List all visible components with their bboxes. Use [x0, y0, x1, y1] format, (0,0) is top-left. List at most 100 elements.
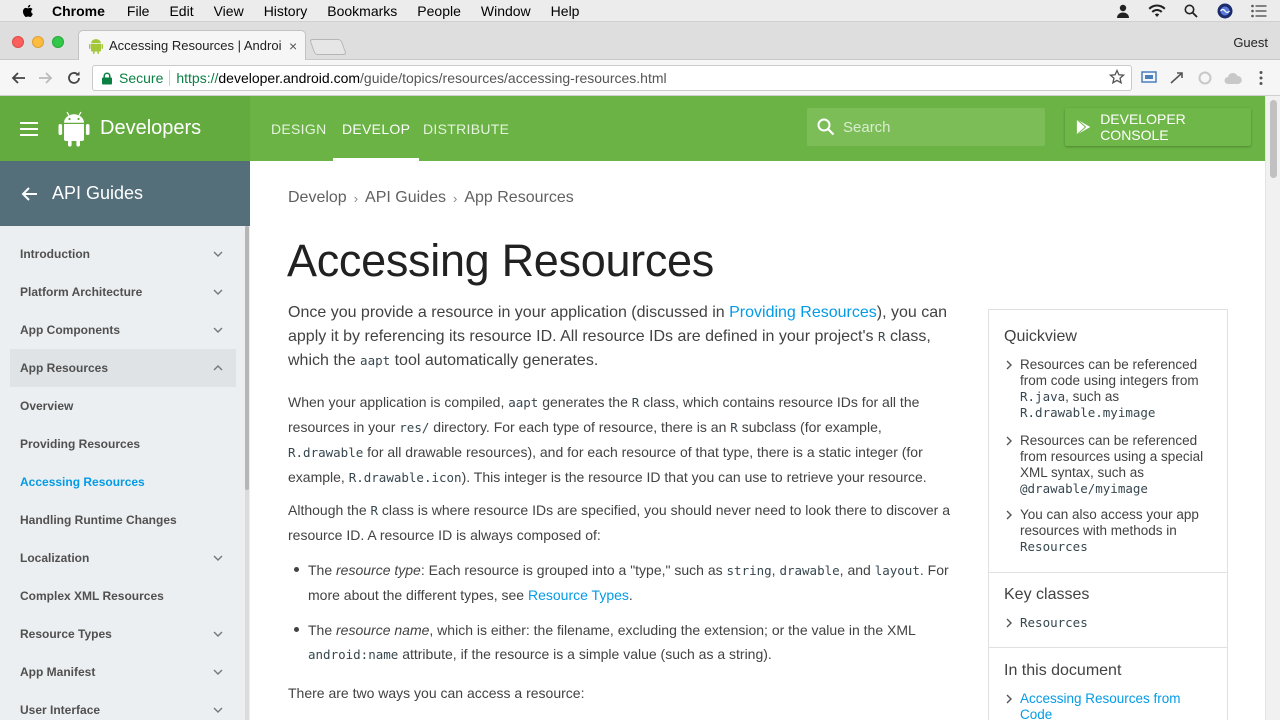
chevron-down-icon — [213, 327, 223, 333]
hamburger-menu-icon[interactable] — [20, 121, 38, 136]
sidebar-item-user-interface[interactable]: User Interface — [10, 691, 236, 720]
wifi-icon[interactable] — [1146, 0, 1168, 22]
menu-bookmarks[interactable]: Bookmarks — [327, 3, 397, 19]
chevron-right-icon: › — [353, 190, 359, 206]
sidebar-item-introduction[interactable]: Introduction — [10, 235, 236, 273]
menu-file[interactable]: File — [127, 3, 150, 19]
sidebar-item-label: User Interface — [20, 703, 101, 717]
profile-label[interactable]: Guest — [1233, 35, 1268, 50]
site-search-box[interactable]: Search — [807, 108, 1045, 146]
nav-design[interactable]: DESIGN — [271, 96, 326, 161]
menu-window[interactable]: Window — [481, 3, 531, 19]
macos-menu-bar: Chrome File Edit View History Bookmarks … — [0, 0, 1280, 22]
chevron-right-icon — [1006, 436, 1012, 446]
menu-edit[interactable]: Edit — [169, 3, 193, 19]
sidebar-item-providing-resources[interactable]: Providing Resources — [10, 425, 236, 463]
window-minimize-button[interactable] — [32, 36, 44, 48]
developer-console-button[interactable]: DEVELOPER CONSOLE — [1065, 108, 1251, 146]
window-zoom-button[interactable] — [52, 36, 64, 48]
chevron-right-icon — [1006, 510, 1012, 520]
tab-title: Accessing Resources | Androi — [109, 38, 282, 53]
sidebar-header[interactable]: API Guides — [0, 161, 250, 226]
quickview-item: You can also access your app resources w… — [1004, 507, 1216, 555]
sidebar-item-complex-xml-resources[interactable]: Complex XML Resources — [10, 577, 236, 615]
list-item: The resource name, which is either: the … — [288, 618, 960, 667]
sidebar-item-app-components[interactable]: App Components — [10, 311, 236, 349]
brand-name[interactable]: Developers — [100, 117, 201, 140]
cast-icon[interactable] — [1140, 69, 1158, 87]
extension-arrow-icon[interactable] — [1168, 69, 1186, 87]
chevron-down-icon — [213, 707, 223, 713]
sidebar-item-label: Providing Resources — [20, 437, 141, 451]
menu-view[interactable]: View — [214, 3, 244, 19]
new-tab-button[interactable] — [309, 39, 347, 55]
nav-distribute[interactable]: DISTRIBUTE — [423, 96, 509, 161]
sidebar-item-label: Resource Types — [20, 627, 112, 641]
omnibox-separator — [169, 70, 171, 86]
sidebar-item-app-manifest[interactable]: App Manifest — [10, 653, 236, 691]
sidebar-item-label: Localization — [20, 551, 90, 565]
sidebar-title: API Guides — [52, 183, 144, 203]
user-icon[interactable] — [1112, 0, 1134, 22]
chrome-menu-icon[interactable] — [1252, 69, 1270, 87]
bookmark-star-icon[interactable] — [1108, 68, 1126, 88]
sidebar-item-accessing-resources[interactable]: Accessing Resources — [10, 463, 236, 501]
providing-resources-link[interactable]: Providing Resources — [729, 304, 877, 321]
lock-icon — [102, 72, 112, 84]
sidebar-item-handling-runtime-changes[interactable]: Handling Runtime Changes — [10, 501, 236, 539]
android-robot-logo-icon[interactable] — [58, 111, 90, 147]
sidebar-item-platform-architecture[interactable]: Platform Architecture — [10, 273, 236, 311]
page-scrollbar[interactable] — [1265, 96, 1280, 720]
extension-sync-icon[interactable] — [1196, 69, 1214, 87]
chevron-down-icon — [213, 669, 223, 675]
in-doc-link-accessing-from-code[interactable]: Accessing Resources from Code — [1020, 691, 1216, 720]
back-arrow-icon[interactable] — [20, 186, 38, 202]
brand-block: Developers — [0, 96, 250, 161]
browser-tab-bar: Accessing Resources | Androi × Guest — [0, 22, 1280, 60]
sidebar-item-label: Accessing Resources — [20, 475, 145, 489]
reload-icon[interactable] — [64, 68, 84, 88]
back-arrow-icon[interactable] — [8, 68, 28, 88]
page-scrollbar-thumb[interactable] — [1270, 100, 1277, 178]
apple-logo-icon[interactable] — [20, 3, 36, 19]
chevron-down-icon — [213, 631, 223, 637]
chevron-down-icon — [213, 289, 223, 295]
window-close-button[interactable] — [12, 36, 24, 48]
sidebar-scrollbar[interactable] — [245, 226, 249, 720]
notification-center-icon[interactable] — [1248, 0, 1270, 22]
quickview-panel: Quickview Resources can be referenced fr… — [988, 309, 1228, 720]
sidebar-scrollbar-thumb[interactable] — [245, 226, 249, 490]
sidebar-item-label: Introduction — [20, 247, 90, 261]
forward-arrow-icon[interactable] — [36, 68, 56, 88]
resource-types-link[interactable]: Resource Types — [528, 587, 629, 603]
browser-tab-active[interactable]: Accessing Resources | Androi × — [78, 30, 306, 60]
chevron-down-icon — [213, 555, 223, 561]
resources-class-link[interactable]: Resources — [1020, 539, 1088, 554]
search-placeholder: Search — [843, 118, 891, 136]
sidebar-item-overview[interactable]: Overview — [10, 387, 236, 425]
menu-people[interactable]: People — [417, 3, 461, 19]
address-bar[interactable]: Secure https://developer.android.com/gui… — [92, 65, 1132, 91]
menu-history[interactable]: History — [264, 3, 308, 19]
chevron-right-icon — [1006, 694, 1012, 704]
breadcrumb-api-guides[interactable]: API Guides — [365, 189, 446, 207]
menu-help[interactable]: Help — [551, 3, 580, 19]
play-store-icon — [1076, 119, 1091, 135]
sidebar-item-localization[interactable]: Localization — [10, 539, 236, 577]
breadcrumb-app-resources[interactable]: App Resources — [464, 189, 573, 207]
siri-icon[interactable] — [1214, 0, 1236, 22]
extension-cloud-icon[interactable] — [1224, 69, 1242, 87]
url-host: developer.android.com — [218, 70, 361, 86]
breadcrumb-develop[interactable]: Develop — [288, 189, 347, 207]
sidebar-item-label: App Manifest — [20, 665, 96, 679]
chevron-up-icon — [213, 365, 223, 371]
spotlight-search-icon[interactable] — [1180, 0, 1202, 22]
nav-develop[interactable]: DEVELOP — [332, 96, 420, 161]
sidebar-item-resource-types[interactable]: Resource Types — [10, 615, 236, 653]
menu-app-name[interactable]: Chrome — [52, 3, 105, 19]
sidebar-item-label: Complex XML Resources — [20, 589, 164, 603]
sidebar-item-app-resources[interactable]: App Resources — [10, 349, 236, 387]
tab-close-button[interactable]: × — [289, 38, 297, 54]
key-classes-title: Key classes — [1004, 586, 1090, 603]
key-class-resources-link[interactable]: Resources — [1020, 615, 1088, 630]
